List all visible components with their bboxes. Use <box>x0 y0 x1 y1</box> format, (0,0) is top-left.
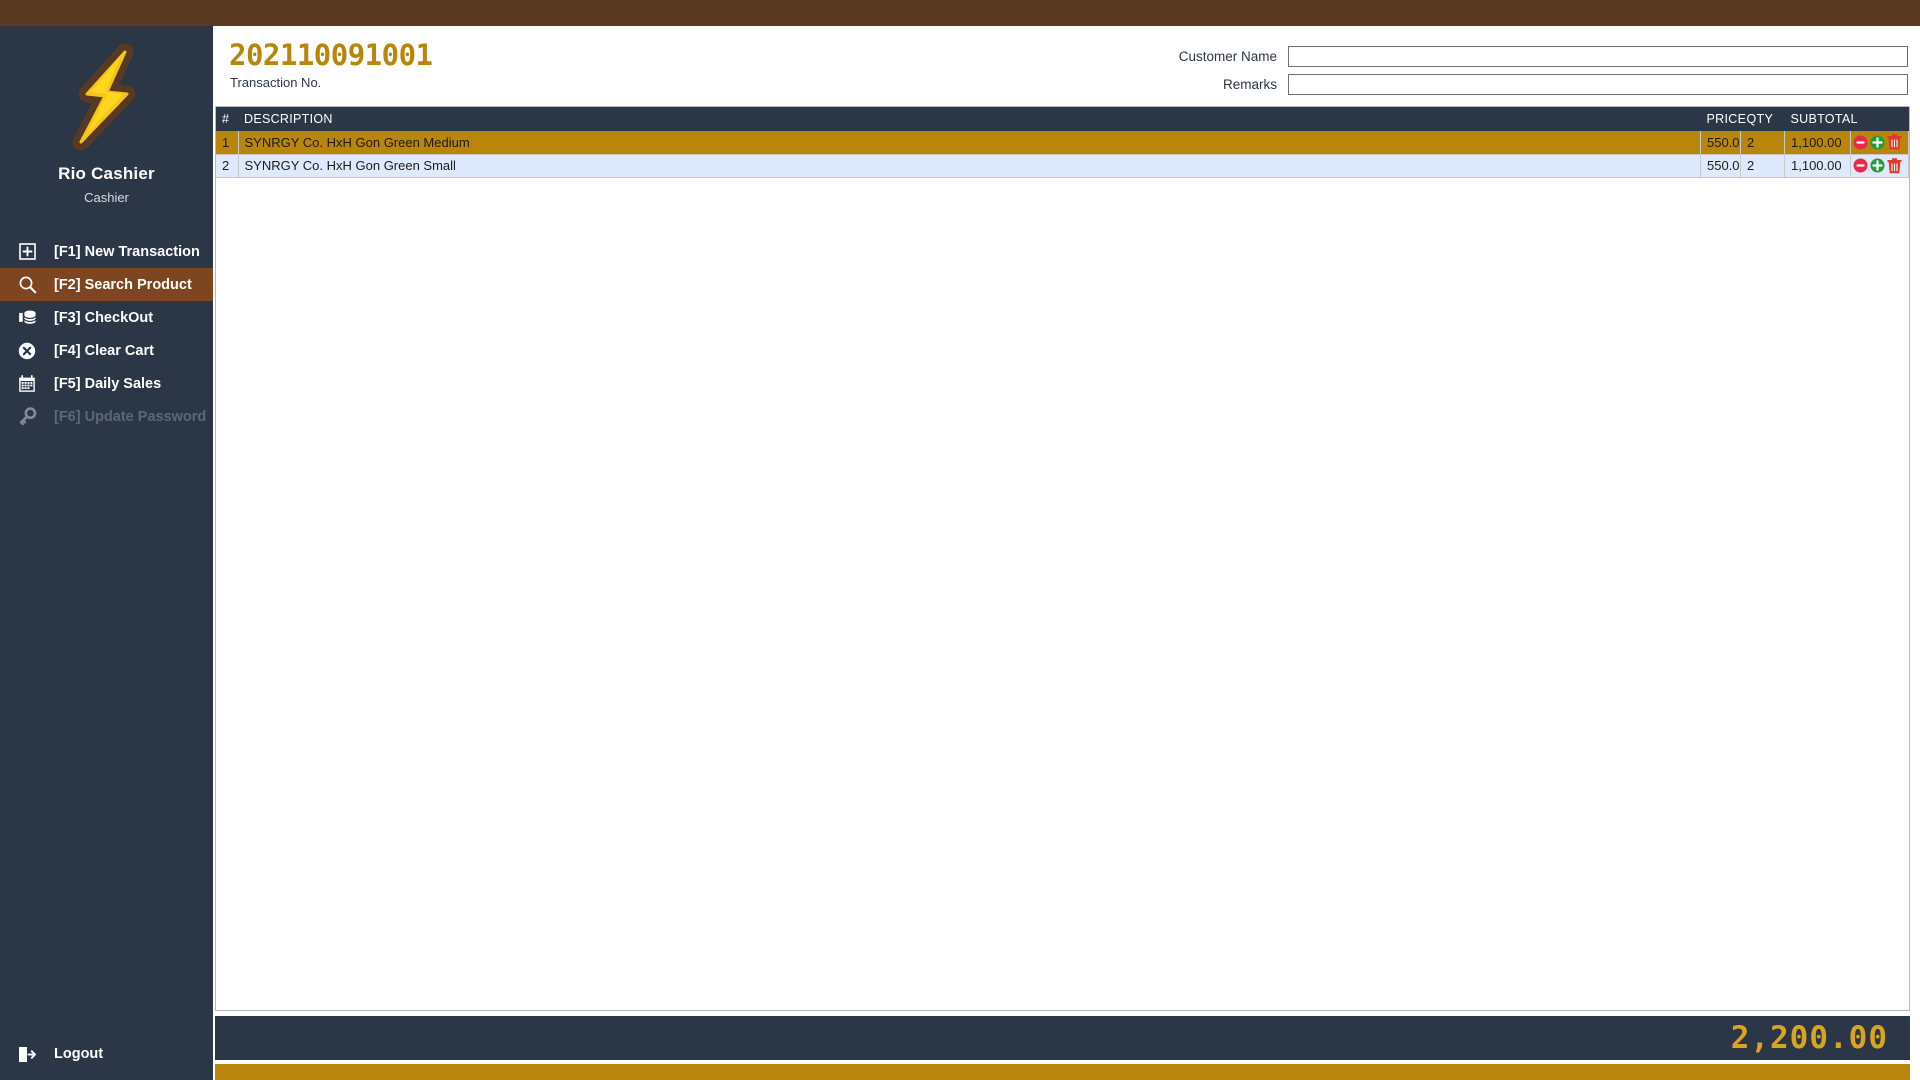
cart-cell-price: 550.00 <box>1700 131 1741 155</box>
cart-cell-actions <box>1850 154 1909 178</box>
bottom-accent-strip <box>215 1064 1910 1080</box>
customer-name-row: Customer Name <box>1179 46 1908 67</box>
minus-circle-icon[interactable] <box>1853 157 1868 174</box>
pos-application-window: Rio Cashier Cashier [F1] New Transaction <box>0 0 1920 1080</box>
total-amount: 2,200.00 <box>1730 1020 1888 1056</box>
sidebar-item-label: [F1] New Transaction <box>54 243 200 260</box>
remarks-label: Remarks <box>1222 77 1277 92</box>
main-content: 202110091001 Transaction No. Customer Na… <box>213 26 1920 1080</box>
cart-table: # DESCRIPTION PRICE QTY SUBTOTAL 1 SYNRGY… <box>216 107 1909 178</box>
remarks-input[interactable] <box>1288 74 1908 95</box>
column-header-price: PRICE <box>1700 107 1746 131</box>
lightning-bolt-icon <box>72 43 135 151</box>
cart-cell-actions <box>1850 131 1909 155</box>
app-logo <box>0 26 213 156</box>
sidebar-item-label: [F3] CheckOut <box>54 309 154 326</box>
user-name: Rio Cashier <box>58 164 155 183</box>
column-header-actions <box>1850 107 1909 131</box>
customer-name-label: Customer Name <box>1178 49 1277 64</box>
cart-header-row: # DESCRIPTION PRICE QTY SUBTOTAL <box>216 107 1909 131</box>
sidebar-item-label: [F6] Update Password <box>54 408 207 425</box>
sidebar-item-clear-cart[interactable]: [F4] Clear Cart <box>0 334 213 367</box>
sidebar-item-checkout[interactable]: [F3] CheckOut <box>0 301 213 334</box>
cart-table-container: # DESCRIPTION PRICE QTY SUBTOTAL 1 SYNRGY… <box>215 106 1910 1011</box>
trash-icon[interactable] <box>1887 134 1902 151</box>
sidebar-item-label: [F5] Daily Sales <box>54 375 162 392</box>
cart-cell-index: 2 <box>216 154 239 178</box>
sidebar-item-search-product[interactable]: [F2] Search Product <box>0 268 213 301</box>
plus-circle-icon[interactable] <box>1870 134 1885 151</box>
x-circle-icon <box>10 342 44 360</box>
transaction-number: 202110091001 <box>229 38 433 72</box>
cart-cell-qty: 2 <box>1740 131 1785 155</box>
transaction-number-label: Transaction No. <box>230 75 322 90</box>
sidebar-item-label: [F2] Search Product <box>54 276 192 293</box>
cart-table-body: 1SYNRGY Co. HxH Gon Green Medium550.0021… <box>216 131 1909 178</box>
sidebar: Rio Cashier Cashier [F1] New Transaction <box>0 26 213 1080</box>
cart-table-header: # DESCRIPTION PRICE QTY SUBTOTAL <box>216 107 1909 131</box>
total-bar: 2,200.00 <box>215 1016 1910 1060</box>
window-title-bar <box>0 0 1920 26</box>
search-icon <box>10 275 44 294</box>
key-icon <box>10 407 44 426</box>
column-header-description: DESCRIPTION <box>238 107 1701 131</box>
calendar-icon <box>10 374 44 393</box>
sidebar-item-daily-sales[interactable]: [F5] Daily Sales <box>0 367 213 400</box>
cart-cell-price: 550.00 <box>1700 154 1741 178</box>
remarks-row: Remarks <box>1223 74 1908 95</box>
minus-circle-icon[interactable] <box>1853 134 1868 151</box>
logout-icon <box>10 1046 44 1063</box>
sidebar-item-new-transaction[interactable]: [F1] New Transaction <box>0 235 213 268</box>
plus-circle-icon[interactable] <box>1870 157 1885 174</box>
cart-cell-subtotal: 1,100.00 <box>1784 131 1851 155</box>
cart-cell-index: 1 <box>216 131 239 155</box>
column-header-subtotal: SUBTOTAL <box>1784 107 1857 131</box>
plus-square-icon <box>10 243 44 260</box>
sidebar-item-update-password[interactable]: [F6] Update Password <box>0 400 213 433</box>
trash-icon[interactable] <box>1887 157 1902 174</box>
logout-label: Logout <box>54 1046 104 1062</box>
cart-cell-qty: 2 <box>1740 154 1785 178</box>
cart-cell-subtotal: 1,100.00 <box>1784 154 1851 178</box>
customer-name-input[interactable] <box>1288 46 1908 67</box>
cash-stack-icon <box>10 309 44 327</box>
sidebar-item-label: [F4] Clear Cart <box>54 342 154 359</box>
sidebar-menu: [F1] New Transaction [F2] Search Product <box>0 235 213 433</box>
logout-button[interactable]: Logout <box>0 1038 213 1070</box>
column-header-index: # <box>216 107 238 131</box>
cart-cell-description: SYNRGY Co. HxH Gon Green Small <box>238 154 1701 178</box>
table-row[interactable]: 1SYNRGY Co. HxH Gon Green Medium550.0021… <box>216 131 1909 155</box>
column-header-qty: QTY <box>1740 107 1785 131</box>
user-role: Cashier <box>84 190 129 205</box>
transaction-header: 202110091001 Transaction No. Customer Na… <box>213 26 1920 106</box>
cart-cell-description: SYNRGY Co. HxH Gon Green Medium <box>238 131 1701 155</box>
table-row[interactable]: 2SYNRGY Co. HxH Gon Green Small550.0021,… <box>216 154 1909 178</box>
